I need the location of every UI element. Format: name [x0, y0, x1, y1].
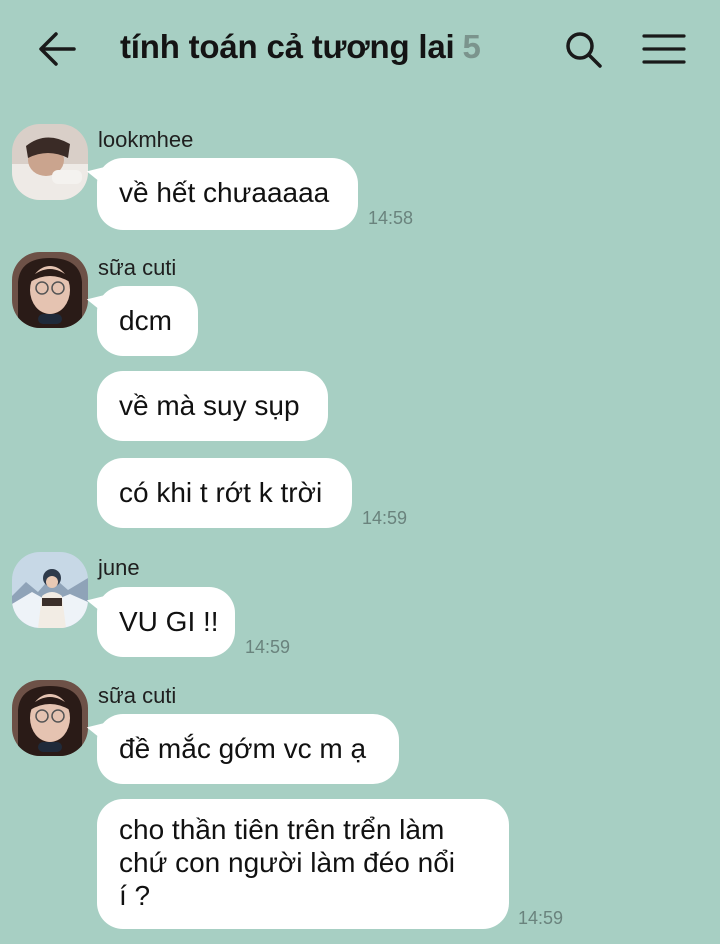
message-text: chứ con người làm đéo nổi — [119, 847, 456, 878]
sender-name: sữa cuti — [98, 255, 177, 280]
message-text: VU GI !! — [119, 606, 219, 637]
search-icon — [566, 32, 602, 68]
message-bubble[interactable]: về mà suy sụp — [97, 371, 328, 441]
arrow-left-icon — [39, 32, 76, 66]
message-time: 14:59 — [518, 908, 564, 928]
message-text: dcm — [119, 305, 172, 336]
menu-button[interactable] — [640, 30, 688, 70]
message-time: 14:59 — [362, 508, 408, 528]
message-bubble[interactable]: VU GI !! — [97, 587, 235, 657]
sender-name: sữa cuti — [98, 683, 177, 708]
chat-header: tính toán cả tương lai 5 — [0, 0, 720, 100]
search-button[interactable] — [562, 28, 606, 72]
message-text: có khi t rớt k trời — [119, 477, 323, 508]
message-text: về hết chưaaaaa — [119, 177, 330, 208]
avatar[interactable] — [12, 124, 88, 200]
message-time: 14:59 — [245, 637, 291, 657]
chat-title: tính toán cả tương lai 5 — [120, 28, 481, 66]
avatar[interactable] — [12, 552, 88, 628]
back-button[interactable] — [34, 28, 80, 72]
message-text: cho thần tiên trên trển làm — [119, 814, 445, 845]
avatar-photo-icon — [12, 124, 88, 200]
avatar[interactable] — [12, 680, 88, 756]
message-text: í ? — [119, 880, 151, 911]
message-text: về mà suy sụp — [119, 390, 300, 421]
message-time: 14:58 — [368, 208, 414, 228]
message-text: đề mắc gớm vc m ạ — [119, 733, 367, 764]
hamburger-menu-icon — [642, 34, 686, 64]
sender-name: june — [98, 555, 140, 580]
member-count: 5 — [462, 28, 481, 65]
group-name: tính toán cả tương lai — [120, 28, 455, 65]
message-bubble[interactable]: cho thần tiên trên trển làm chứ con ngườ… — [97, 799, 509, 929]
avatar-photo-icon — [12, 252, 88, 328]
message-bubble[interactable]: về hết chưaaaaa — [97, 158, 358, 230]
avatar-photo-icon — [12, 552, 88, 628]
message-bubble[interactable]: có khi t rớt k trời — [97, 458, 352, 528]
message-bubble[interactable]: đề mắc gớm vc m ạ — [97, 714, 399, 784]
avatar-photo-icon — [12, 680, 88, 756]
avatar[interactable] — [12, 252, 88, 328]
message-bubble[interactable]: dcm — [97, 286, 198, 356]
sender-name: lookmhee — [98, 127, 194, 152]
